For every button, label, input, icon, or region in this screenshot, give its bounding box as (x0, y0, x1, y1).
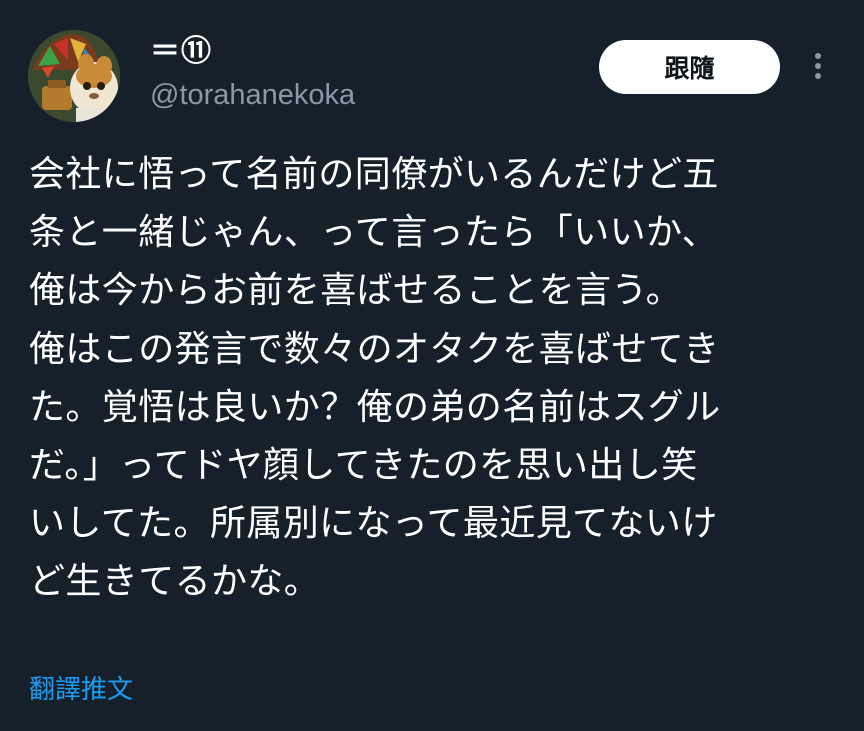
more-options-button[interactable] (804, 46, 832, 86)
display-name[interactable]: ＝⑪ (150, 34, 355, 70)
avatar[interactable] (28, 30, 120, 122)
user-handle[interactable]: @torahanekoka (150, 78, 355, 112)
more-vertical-icon (815, 53, 821, 79)
tweet-card: ＝⑪ @torahanekoka 跟隨 会社に悟って名前の同僚がいるんだけど五 … (0, 0, 864, 731)
tweet-text: 会社に悟って名前の同僚がいるんだけど五 条と一緒じゃん、って言ったら「いいか、 … (29, 154, 721, 603)
user-info: ＝⑪ @torahanekoka (150, 34, 355, 112)
follow-button[interactable]: 跟隨 (599, 40, 780, 94)
translate-tweet-link[interactable]: 翻譯推文 (29, 673, 133, 707)
avatar-image (28, 30, 120, 122)
